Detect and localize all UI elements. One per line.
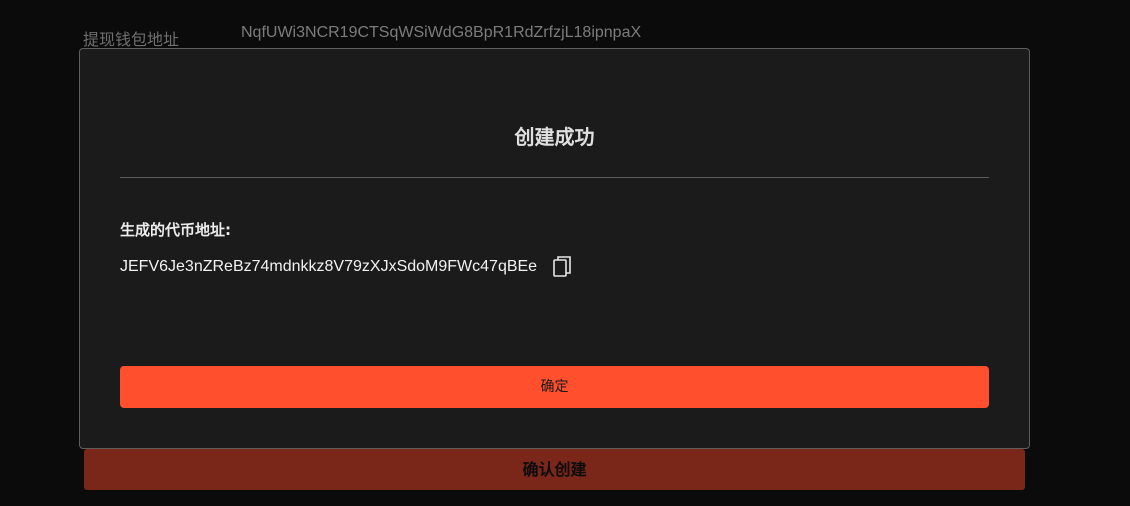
withdraw-wallet-label: 提现钱包地址 [83,32,180,49]
success-modal: 创建成功 生成的代币地址: JEFV6Je3nZReBz74mdnkkz8V79… [79,48,1030,449]
token-address-row: JEFV6Je3nZReBz74mdnkkz8V79zXJxSdoM9FWc47… [120,254,572,280]
withdraw-wallet-value: NqfUWi3NCR19CTSqWSiWdG8BpR1RdZrfzjL18ipn… [241,24,642,41]
ok-button[interactable]: 确定 [120,366,989,408]
page: 提现钱包地址 NqfUWi3NCR19CTSqWSiWdG8BpR1RdZrfz… [0,0,1130,506]
token-address-value: JEFV6Je3nZReBz74mdnkkz8V79zXJxSdoM9FWc47… [120,258,538,275]
modal-divider [120,177,989,178]
withdraw-wallet-row: 提现钱包地址 NqfUWi3NCR19CTSqWSiWdG8BpR1RdZrfz… [83,24,983,49]
token-address-label: 生成的代币地址: [120,221,231,239]
modal-title: 创建成功 [514,125,595,149]
copy-icon[interactable] [552,255,572,279]
confirm-create-button[interactable]: 确认创建 [84,449,1025,490]
